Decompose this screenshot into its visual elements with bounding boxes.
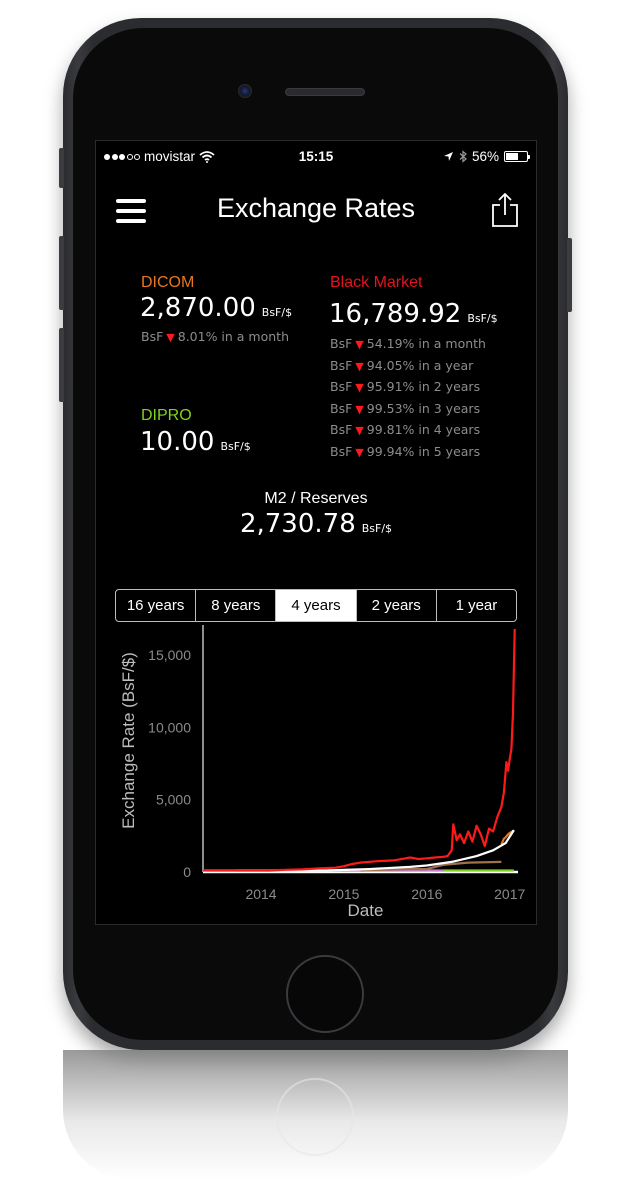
location-arrow-icon <box>443 152 453 161</box>
change-text: 8.01% in a month <box>177 329 290 344</box>
dicom-rate: 2,870.00 <box>140 293 256 323</box>
navigation-bar: Exchange Rates <box>96 181 536 241</box>
series-line-black-market <box>203 628 516 872</box>
currency-code: BsF <box>141 329 164 344</box>
currency-code: BsF <box>330 357 353 373</box>
range-option-1-year[interactable]: 1 year <box>437 590 516 621</box>
black-market-change: BsF ▼ 95.91% in 2 years <box>330 379 480 394</box>
y-axis-label: Exchange Rate (BsF/$) <box>119 652 138 829</box>
change-text: 54.19% in a month <box>366 336 486 351</box>
earpiece-speaker <box>285 88 365 96</box>
range-option-8-years[interactable]: 8 years <box>196 590 277 621</box>
y-tick-label: 0 <box>183 864 191 880</box>
x-tick-label: 2015 <box>328 886 359 902</box>
black-market-change: BsF ▼ 94.05% in a year <box>330 358 473 373</box>
volume-down-button <box>59 328 64 402</box>
power-button <box>567 238 572 312</box>
y-tick-label: 15,000 <box>148 647 191 663</box>
dicom-label: DICOM <box>141 274 195 291</box>
x-tick-label: 2017 <box>494 886 525 902</box>
phone-reflection <box>63 1050 568 1180</box>
x-tick-label: 2016 <box>411 886 442 902</box>
battery-percent: 56% <box>471 149 499 164</box>
black-market-change: BsF ▼ 99.94% in 5 years <box>330 444 480 459</box>
dicom-value: 2,870.00 BsF/$ <box>140 293 292 323</box>
status-bar: movistar 15:15 56% <box>96 141 536 173</box>
change-text: 99.53% in 3 years <box>366 400 481 416</box>
mute-switch <box>59 148 64 188</box>
change-text: 94.05% in a year <box>366 357 474 373</box>
currency-code: BsF <box>330 400 353 416</box>
change-text: 99.81% in 4 years <box>366 422 481 437</box>
range-option-16-years[interactable]: 16 years <box>116 590 197 621</box>
down-triangle-icon: ▼ <box>166 331 175 344</box>
dipro-label: DIPRO <box>141 407 192 424</box>
range-option-2-years[interactable]: 2 years <box>357 590 437 621</box>
share-icon[interactable] <box>490 193 520 227</box>
dicom-change: BsF ▼ 8.01% in a month <box>141 329 289 344</box>
bluetooth-icon <box>459 150 467 163</box>
down-triangle-icon: ▼ <box>355 445 364 459</box>
time-range-selector: 16 years 8 years 4 years 2 years 1 year <box>115 589 517 622</box>
change-text: 99.94% in 5 years <box>366 443 481 459</box>
currency-code: BsF <box>330 443 353 459</box>
currency-code: BsF <box>330 379 353 394</box>
page-title: Exchange Rates <box>216 193 416 223</box>
dipro-unit: BsF/$ <box>220 440 251 453</box>
black-market-unit: BsF/$ <box>467 312 498 325</box>
down-triangle-icon: ▼ <box>355 359 364 373</box>
black-market-label: Black Market <box>330 274 423 291</box>
dicom-unit: BsF/$ <box>261 306 293 319</box>
y-tick-label: 10,000 <box>148 719 191 735</box>
down-triangle-icon: ▼ <box>355 381 364 394</box>
black-market-change: BsF ▼ 54.19% in a month <box>330 336 486 351</box>
x-axis-label: Date <box>348 901 384 920</box>
x-tick-label: 2014 <box>245 886 276 902</box>
dipro-value: 10.00 BsF/$ <box>140 427 251 457</box>
black-market-change: BsF ▼ 99.81% in 4 years <box>330 422 480 437</box>
home-button[interactable] <box>286 955 364 1033</box>
change-text: 95.91% in 2 years <box>366 379 481 394</box>
down-triangle-icon: ▼ <box>355 338 364 351</box>
m2-reserves-label: M2 / Reserves <box>264 490 368 507</box>
down-triangle-icon: ▼ <box>355 402 364 416</box>
m2-reserves-value: 2,730.78 BsF/$ <box>96 509 536 539</box>
volume-up-button <box>59 236 64 310</box>
m2-reserves-unit: BsF/$ <box>361 522 393 535</box>
down-triangle-icon: ▼ <box>355 424 364 437</box>
range-option-4-years[interactable]: 4 years <box>276 590 357 621</box>
battery-icon <box>504 151 530 162</box>
front-camera-icon <box>238 84 252 98</box>
exchange-rate-chart: 0 5,000 10,000 15,000 2014 2015 2016 2017 Date Ex… <box>119 625 525 920</box>
m2-reserves-rate: 2,730.78 <box>239 509 356 539</box>
dipro-rate: 10.00 <box>140 427 215 457</box>
currency-code: BsF <box>330 336 353 351</box>
black-market-rate: 16,789.92 <box>329 299 462 329</box>
y-tick-label: 5,000 <box>156 792 191 808</box>
app-screen: movistar 15:15 56% Exchange Rates DICOM … <box>95 140 537 925</box>
black-market-value: 16,789.92 BsF/$ <box>329 299 498 329</box>
home-button-reflection <box>276 1078 354 1156</box>
currency-code: BsF <box>330 422 353 437</box>
black-market-change: BsF ▼ 99.53% in 3 years <box>330 401 480 416</box>
